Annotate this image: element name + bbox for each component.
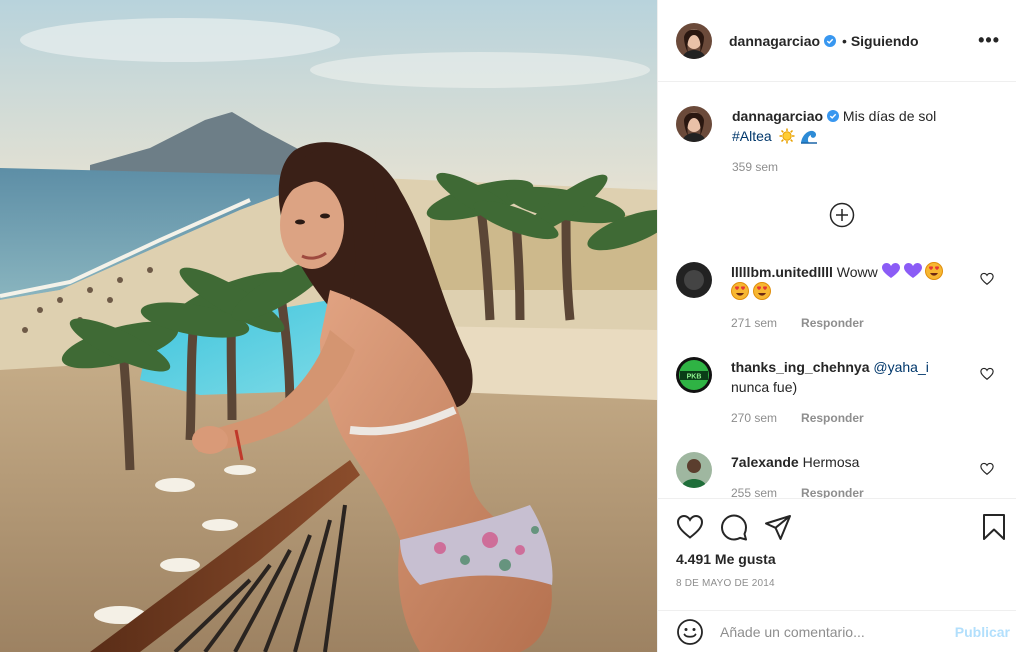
comment-age[interactable]: 271 sem [731, 316, 777, 330]
bookmark-icon[interactable] [980, 513, 1008, 541]
like-comment-heart-icon[interactable] [980, 272, 994, 286]
post-date[interactable]: 8 DE MAYO DE 2014 [676, 578, 775, 589]
comment-age[interactable]: 255 sem [731, 486, 777, 498]
comment-body: nunca fue) [731, 379, 798, 395]
comment-item: PKB thanks_ing_chehnya @yaha_i nunca fue… [676, 357, 1006, 425]
beach-photo-illustration [0, 0, 657, 652]
comment-meta: 271 sem Responder [731, 316, 971, 330]
action-icons [676, 513, 1008, 541]
comment-item: lllllbm.unitedllll Woww 271 sem Responde… [676, 262, 1006, 330]
commenter-avatar[interactable]: PKB [676, 357, 712, 393]
commenter-username[interactable]: 7alexande [731, 454, 799, 470]
caption-avatar[interactable] [676, 106, 712, 142]
comment-input[interactable] [720, 623, 947, 640]
likes-count[interactable]: 4.491 Me gusta [676, 551, 776, 567]
post-caption: dannagarciao Mis días de sol #Altea 359 … [676, 106, 1012, 174]
hashtag-link[interactable]: #Altea [732, 128, 772, 144]
comment-age[interactable]: 270 sem [731, 411, 777, 425]
caption-age[interactable]: 359 sem [732, 160, 778, 174]
comment-text: lllllbm.unitedllll Woww [731, 262, 971, 302]
comment-body: Hermosa [802, 454, 860, 470]
author-avatar[interactable] [676, 22, 712, 59]
comment-text: 7alexande Hermosa [731, 452, 971, 472]
post-side-panel: dannagarciao • Siguiendo ••• dannagarcia… [657, 0, 1016, 652]
comment-item: 7alexande Hermosa 255 sem Responder [676, 452, 1006, 498]
commenter-username[interactable]: thanks_ing_chehnya [731, 359, 870, 375]
post-actions: 4.491 Me gusta 8 DE MAYO DE 2014 [658, 498, 1016, 610]
more-options-icon[interactable]: ••• [978, 30, 1000, 51]
post-photo[interactable] [0, 0, 657, 652]
heart-icon[interactable] [676, 513, 704, 541]
commenter-username[interactable]: lllllbm.unitedllll [731, 264, 833, 280]
mention-link[interactable]: @yaha_i [873, 359, 928, 375]
plus-circle-icon[interactable] [829, 202, 855, 228]
comments-list[interactable]: dannagarciao Mis días de sol #Altea 359 … [658, 82, 1016, 498]
follow-status[interactable]: • Siguiendo [842, 33, 918, 49]
purple-heart-emoji-icon [903, 263, 922, 278]
heart-eyes-emoji-icon [752, 282, 771, 300]
like-comment-heart-icon[interactable] [980, 367, 994, 381]
purple-heart-emoji-icon [881, 263, 900, 278]
author-username[interactable]: dannagarciao [729, 33, 820, 49]
commenter-avatar[interactable] [676, 262, 712, 298]
heart-eyes-emoji-icon [731, 282, 749, 300]
post-header: dannagarciao • Siguiendo ••• [658, 0, 1016, 82]
comment-icon[interactable] [720, 513, 748, 541]
comment-meta: 255 sem Responder [731, 486, 971, 498]
verified-badge-icon [827, 110, 840, 122]
reply-button[interactable]: Responder [801, 316, 864, 330]
heart-eyes-emoji-icon [925, 262, 944, 280]
comment-text: thanks_ing_chehnya @yaha_i nunca fue) [731, 357, 971, 397]
publish-button[interactable]: Publicar [955, 624, 1010, 640]
comment-body: Woww [836, 264, 878, 280]
caption-text: dannagarciao Mis días de sol #Altea [732, 106, 1012, 146]
wave-emoji-icon [801, 130, 818, 144]
comment-meta: 270 sem Responder [731, 411, 971, 425]
reply-button[interactable]: Responder [801, 411, 864, 425]
emoji-picker-icon[interactable] [676, 618, 704, 646]
verified-badge-icon [824, 34, 837, 47]
caption-meta: 359 sem [732, 160, 1012, 174]
like-comment-heart-icon[interactable] [980, 462, 994, 476]
caption-username[interactable]: dannagarciao [732, 108, 823, 124]
commenter-avatar[interactable] [676, 452, 712, 488]
sun-emoji-icon [779, 128, 795, 144]
reply-button[interactable]: Responder [801, 486, 864, 498]
add-comment-bar: Publicar [658, 610, 1016, 652]
caption-body: Mis días de sol [842, 108, 937, 124]
share-icon[interactable] [764, 513, 792, 541]
svg-text:PKB: PKB [687, 374, 702, 381]
